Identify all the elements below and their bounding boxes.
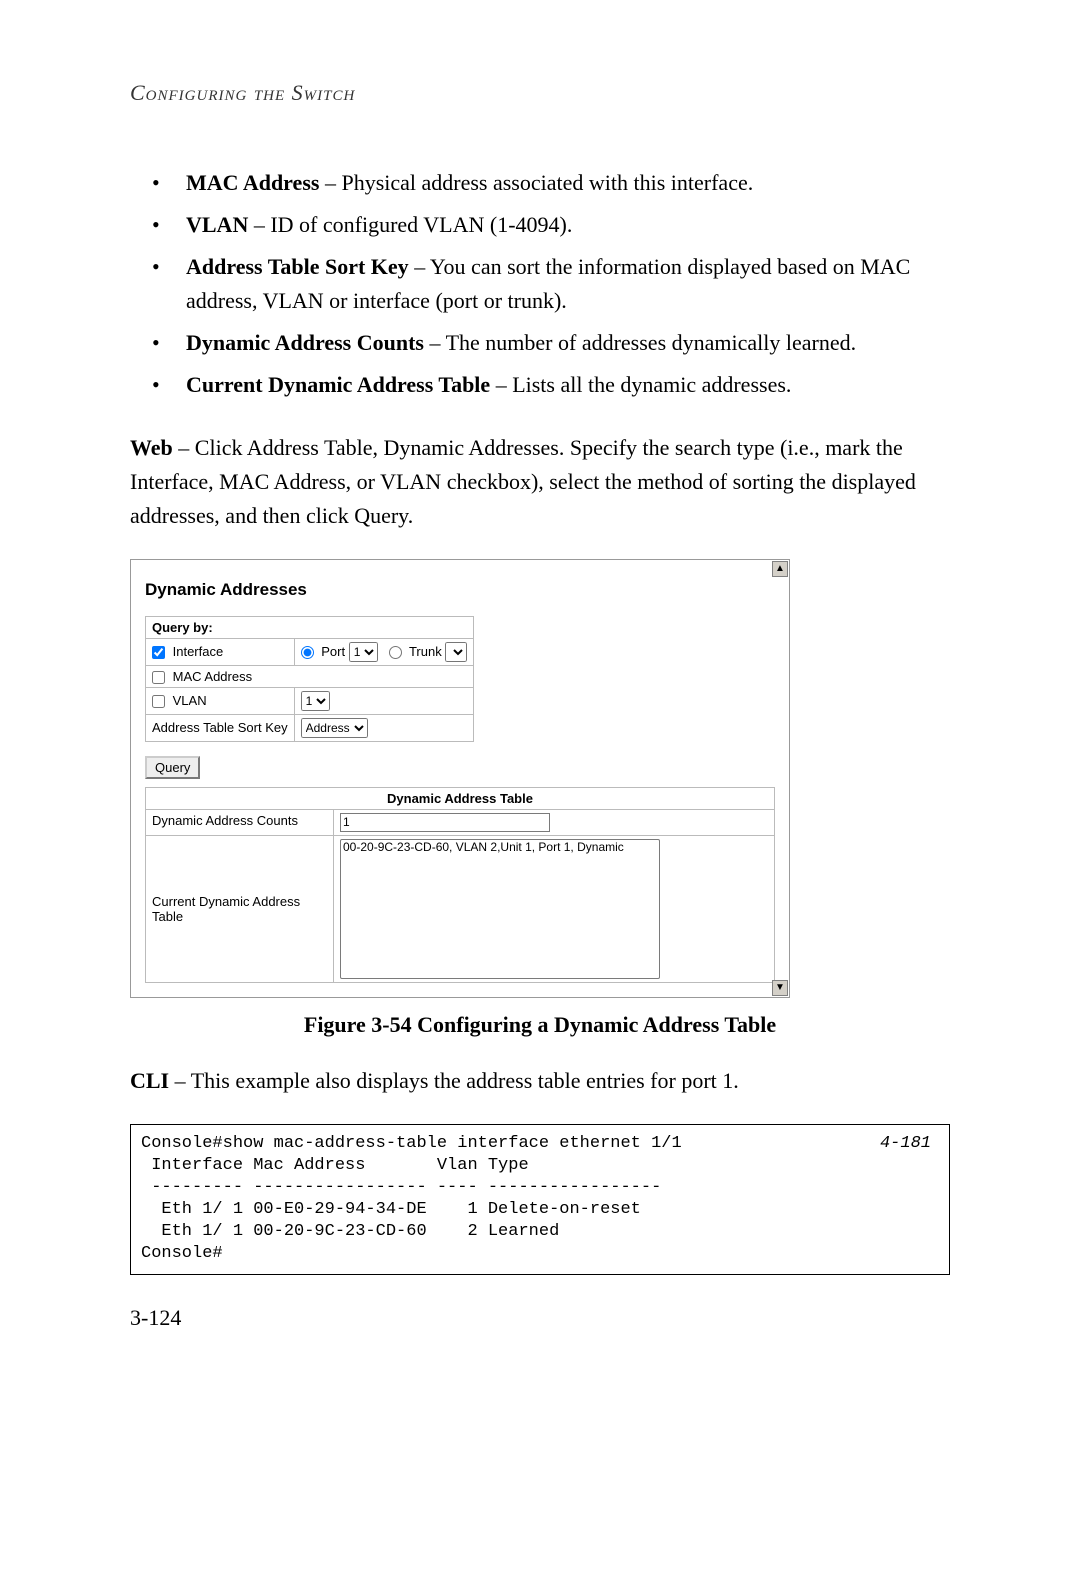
vlan-checkbox[interactable] bbox=[152, 695, 165, 708]
cli-page-ref: 4-181 bbox=[880, 1133, 931, 1155]
vlan-label: VLAN bbox=[173, 693, 207, 708]
bullet-term: Address Table Sort Key bbox=[186, 254, 409, 279]
address-entry[interactable]: 00-20-9C-23-CD-60, VLAN 2,Unit 1, Port 1… bbox=[341, 840, 659, 855]
bullet-item: VLAN – ID of configured VLAN (1-4094). bbox=[180, 208, 950, 242]
mac-checkbox[interactable] bbox=[152, 671, 165, 684]
current-label: Current Dynamic Address Table bbox=[146, 835, 334, 982]
bullet-term: MAC Address bbox=[186, 170, 319, 195]
bullet-list: MAC Address – Physical address associate… bbox=[130, 166, 950, 403]
figure-caption: Figure 3-54 Configuring a Dynamic Addres… bbox=[130, 1012, 950, 1038]
page-number: 3-124 bbox=[130, 1305, 950, 1331]
port-select[interactable]: 1 bbox=[349, 642, 378, 662]
bullet-item: Dynamic Address Counts – The number of a… bbox=[180, 326, 950, 360]
port-label: Port bbox=[321, 644, 345, 659]
cli-output-text: Console#show mac-address-table interface… bbox=[141, 1134, 682, 1263]
sortkey-label: Address Table Sort Key bbox=[146, 714, 295, 741]
bullet-item: Address Table Sort Key – You can sort th… bbox=[180, 250, 950, 318]
bullet-item: Current Dynamic Address Table – Lists al… bbox=[180, 368, 950, 402]
scroll-down-icon[interactable]: ▼ bbox=[772, 980, 788, 996]
mac-label: MAC Address bbox=[173, 669, 252, 684]
dat-title: Dynamic Address Table bbox=[146, 787, 775, 809]
sortkey-select[interactable]: Address bbox=[301, 718, 368, 738]
query-table: Query by: Interface Port 1 Tr bbox=[145, 616, 474, 742]
cli-output-box: 4-181 Console#show mac-address-table inte… bbox=[130, 1124, 950, 1275]
dynamic-address-table: Dynamic Address Table Dynamic Address Co… bbox=[145, 787, 775, 983]
trunk-select[interactable] bbox=[445, 642, 467, 662]
web-paragraph: Web – Click Address Table, Dynamic Addre… bbox=[130, 431, 950, 533]
cli-paragraph: CLI – This example also displays the add… bbox=[130, 1064, 950, 1098]
counts-value bbox=[340, 813, 550, 832]
bullet-term: VLAN bbox=[186, 212, 248, 237]
trunk-radio[interactable] bbox=[389, 646, 402, 659]
current-listbox[interactable]: 00-20-9C-23-CD-60, VLAN 2,Unit 1, Port 1… bbox=[340, 839, 660, 979]
interface-label: Interface bbox=[173, 644, 224, 659]
web-body: – Click Address Table, Dynamic Addresses… bbox=[130, 435, 916, 528]
trunk-label: Trunk bbox=[409, 644, 442, 659]
figure-screenshot: ▲ ▼ Dynamic Addresses Query by: Interfac… bbox=[130, 559, 790, 998]
cli-body: – This example also displays the address… bbox=[169, 1068, 739, 1093]
cli-lead: CLI bbox=[130, 1068, 169, 1093]
query-by-label: Query by: bbox=[146, 616, 474, 638]
bullet-desc: – Physical address associated with this … bbox=[319, 170, 753, 195]
bullet-desc: – Lists all the dynamic addresses. bbox=[490, 372, 791, 397]
bullet-desc: – The number of addresses dynamically le… bbox=[424, 330, 856, 355]
counts-label: Dynamic Address Counts bbox=[146, 809, 334, 835]
port-radio[interactable] bbox=[301, 646, 314, 659]
panel-title: Dynamic Addresses bbox=[131, 560, 789, 616]
query-button[interactable]: Query bbox=[145, 756, 200, 779]
interface-checkbox[interactable] bbox=[152, 646, 165, 659]
running-head: Configuring the Switch bbox=[130, 80, 950, 106]
web-lead: Web bbox=[130, 435, 173, 460]
scroll-up-icon[interactable]: ▲ bbox=[772, 561, 788, 577]
bullet-desc: – ID of configured VLAN (1-4094). bbox=[248, 212, 572, 237]
vlan-select[interactable]: 1 bbox=[301, 691, 330, 711]
bullet-term: Dynamic Address Counts bbox=[186, 330, 424, 355]
bullet-term: Current Dynamic Address Table bbox=[186, 372, 490, 397]
bullet-item: MAC Address – Physical address associate… bbox=[180, 166, 950, 200]
